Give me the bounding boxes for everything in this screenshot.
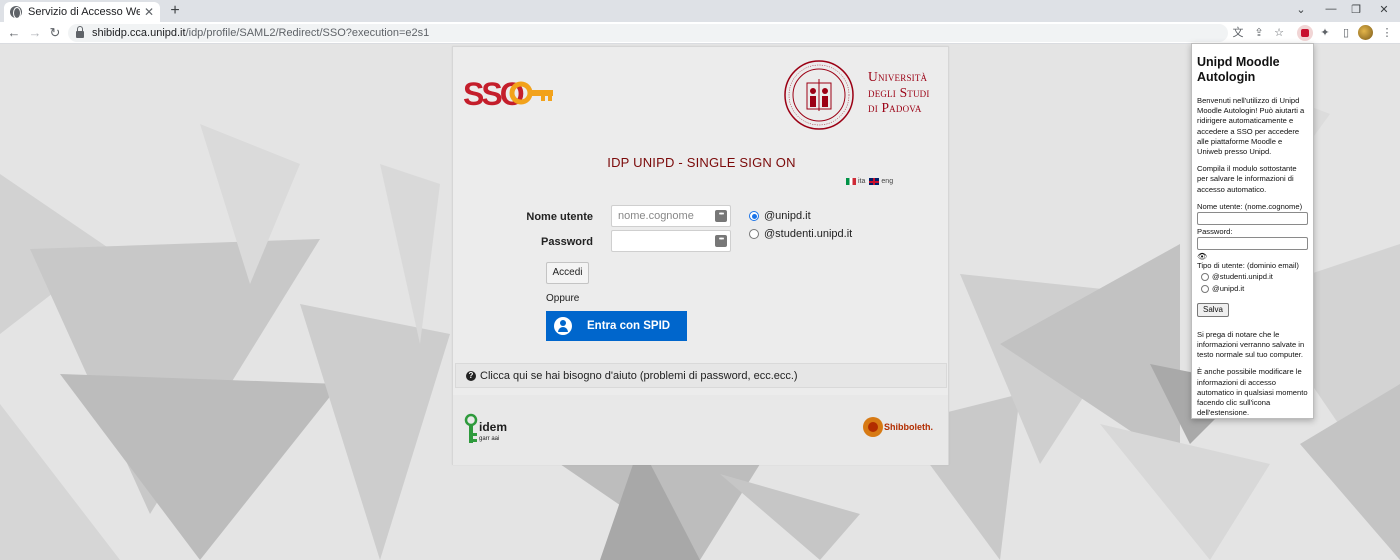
password-manager-icon[interactable] — [715, 208, 727, 222]
sso-login-card: SSO Università degli Studi di Padova IDP… — [452, 46, 949, 465]
university-name-line2: degli Studi — [868, 84, 930, 100]
popup-type-label: Tipo di utente: (dominio email) — [1197, 260, 1299, 270]
sso-logo: SSO — [463, 76, 553, 111]
question-circle-icon: ? — [466, 370, 476, 381]
close-tab-icon[interactable]: ✕ — [144, 5, 154, 19]
lang-it-link[interactable]: ita — [858, 178, 865, 185]
shibboleth-dragon-icon — [863, 417, 883, 437]
english-flag-icon[interactable] — [869, 178, 880, 185]
translate-icon[interactable]: 文 — [1231, 26, 1245, 40]
domain-option-label: @unipd.it — [764, 210, 811, 222]
domain-option-label: @studenti.unipd.it — [764, 228, 853, 240]
url-host: shibidp.cca.unipd.it — [92, 27, 186, 39]
show-password-icon[interactable]: 👁 — [1197, 252, 1308, 261]
login-button[interactable]: Accedi — [546, 262, 589, 284]
url-path: /idp/profile/SAML2/Redirect/SSO?executio… — [185, 27, 430, 39]
popup-note-edit: È anche possibile modificare le informaz… — [1197, 367, 1308, 418]
radio-unipd[interactable] — [749, 211, 759, 221]
url-text[interactable]: shibidp.cca.unipd.it/idp/profile/SAML2/R… — [92, 27, 429, 39]
save-button[interactable]: Salva — [1197, 302, 1229, 317]
domain-option-unipd[interactable]: @unipd.it — [749, 210, 811, 222]
minimize-button[interactable]: — — [1323, 3, 1339, 15]
new-tab-button[interactable]: + — [166, 2, 184, 20]
idem-garr-logo: idem garr aai — [464, 413, 507, 443]
reload-button[interactable]: ↻ — [47, 25, 63, 41]
svg-text:idem: idem — [479, 420, 507, 434]
popup-username-label: Nome utente: (nome.cognome) — [1197, 201, 1303, 211]
popup-instruction: Compila il modulo sottostante per salvar… — [1197, 164, 1297, 194]
popup-username-input[interactable] — [1197, 211, 1308, 225]
username-placeholder: nome.cognome — [618, 210, 694, 222]
university-name-line3: di Padova — [868, 100, 922, 115]
popup-intro: Benvenuti nell'utilizzo di Unipd Moodle … — [1197, 96, 1305, 157]
popup-radio-unipd[interactable] — [1201, 284, 1209, 293]
university-name-line1: Università — [868, 69, 928, 84]
password-input[interactable] — [611, 230, 731, 252]
popup-note-plaintext: Si prega di notare che le informazioni v… — [1197, 329, 1305, 360]
address-bar[interactable]: shibidp.cca.unipd.it/idp/profile/SAML2/R… — [68, 24, 1228, 42]
card-footer: idem garr aai Shibboleth. — [453, 395, 948, 465]
popup-type-option-label: @studenti.unipd.it — [1212, 271, 1273, 281]
svg-text:garr aai: garr aai — [479, 436, 499, 442]
popup-password-label: Password: — [1197, 226, 1233, 236]
popup-type-option-label: @unipd.it — [1212, 283, 1245, 293]
help-link[interactable]: ? Clicca qui se hai bisogno d'aiuto (pro… — [455, 363, 947, 388]
university-name: Università degli Studi di Padova — [868, 69, 930, 116]
page-background: SSO Università degli Studi di Padova IDP… — [0, 44, 1400, 560]
radio-studenti[interactable] — [749, 229, 759, 239]
user-icon — [554, 317, 572, 335]
username-input[interactable]: nome.cognome — [611, 205, 731, 227]
close-window-button[interactable]: ✕ — [1376, 3, 1392, 16]
shibboleth-text: Shibboleth. — [884, 422, 933, 432]
language-switcher: ita eng — [846, 178, 893, 185]
popup-password-input[interactable] — [1197, 236, 1308, 250]
unipd-autologin-extension-icon[interactable] — [1297, 25, 1313, 41]
popup-title: Unipd Moodle Autologin — [1197, 55, 1280, 84]
popup-type-option-unipd[interactable]: @unipd.it — [1197, 283, 1308, 295]
forward-button[interactable]: → — [27, 25, 43, 41]
help-text: Clicca qui se hai bisogno d'aiuto (probl… — [480, 369, 798, 382]
page-title: IDP UNIPD - SINGLE SIGN ON — [607, 155, 796, 170]
lang-en-link[interactable]: eng — [881, 178, 893, 185]
popup-radio-studenti[interactable] — [1201, 272, 1209, 281]
unipd-seal — [784, 60, 854, 130]
share-icon[interactable]: ⇪ — [1252, 26, 1266, 40]
spid-login-button[interactable]: Entra con SPID — [546, 311, 687, 341]
tab-search-icon[interactable]: ⌄ — [1293, 3, 1309, 16]
extension-popup: Unipd Moodle Autologin Benvenuti nell'ut… — [1191, 43, 1314, 419]
bookmark-star-icon[interactable]: ☆ — [1272, 26, 1286, 40]
profile-avatar[interactable] — [1358, 25, 1373, 40]
username-label: Nome utente — [526, 211, 593, 223]
password-manager-icon[interactable] — [715, 233, 727, 247]
browser-menu-icon[interactable]: ⋮ — [1380, 26, 1394, 40]
restore-button[interactable]: ❐ — [1348, 3, 1364, 16]
svg-text:SSO: SSO — [463, 76, 524, 111]
spid-button-label: Entra con SPID — [587, 320, 671, 332]
shibboleth-logo: Shibboleth. — [863, 417, 933, 437]
tab-title: Servizio di Accesso Web - idp — [28, 6, 140, 18]
popup-type-option-studenti[interactable]: @studenti.unipd.it — [1197, 271, 1308, 283]
domain-option-studenti[interactable]: @studenti.unipd.it — [749, 228, 852, 240]
browser-tab[interactable]: Servizio di Accesso Web - idp ✕ — [4, 2, 160, 22]
italian-flag-icon[interactable] — [846, 178, 856, 185]
globe-icon — [10, 6, 22, 19]
lock-icon[interactable] — [76, 26, 84, 38]
back-button[interactable]: ← — [6, 25, 22, 41]
or-label: Oppure — [546, 293, 580, 304]
side-panel-icon[interactable]: ▯ — [1339, 26, 1353, 40]
password-label: Password — [541, 236, 593, 248]
extensions-puzzle-icon[interactable]: ✦ — [1318, 26, 1332, 40]
tab-strip: Servizio di Accesso Web - idp ✕ + ⌄ — ❐ … — [0, 0, 1400, 22]
browser-toolbar: ← → ↻ shibidp.cca.unipd.it/idp/profile/S… — [0, 22, 1400, 44]
